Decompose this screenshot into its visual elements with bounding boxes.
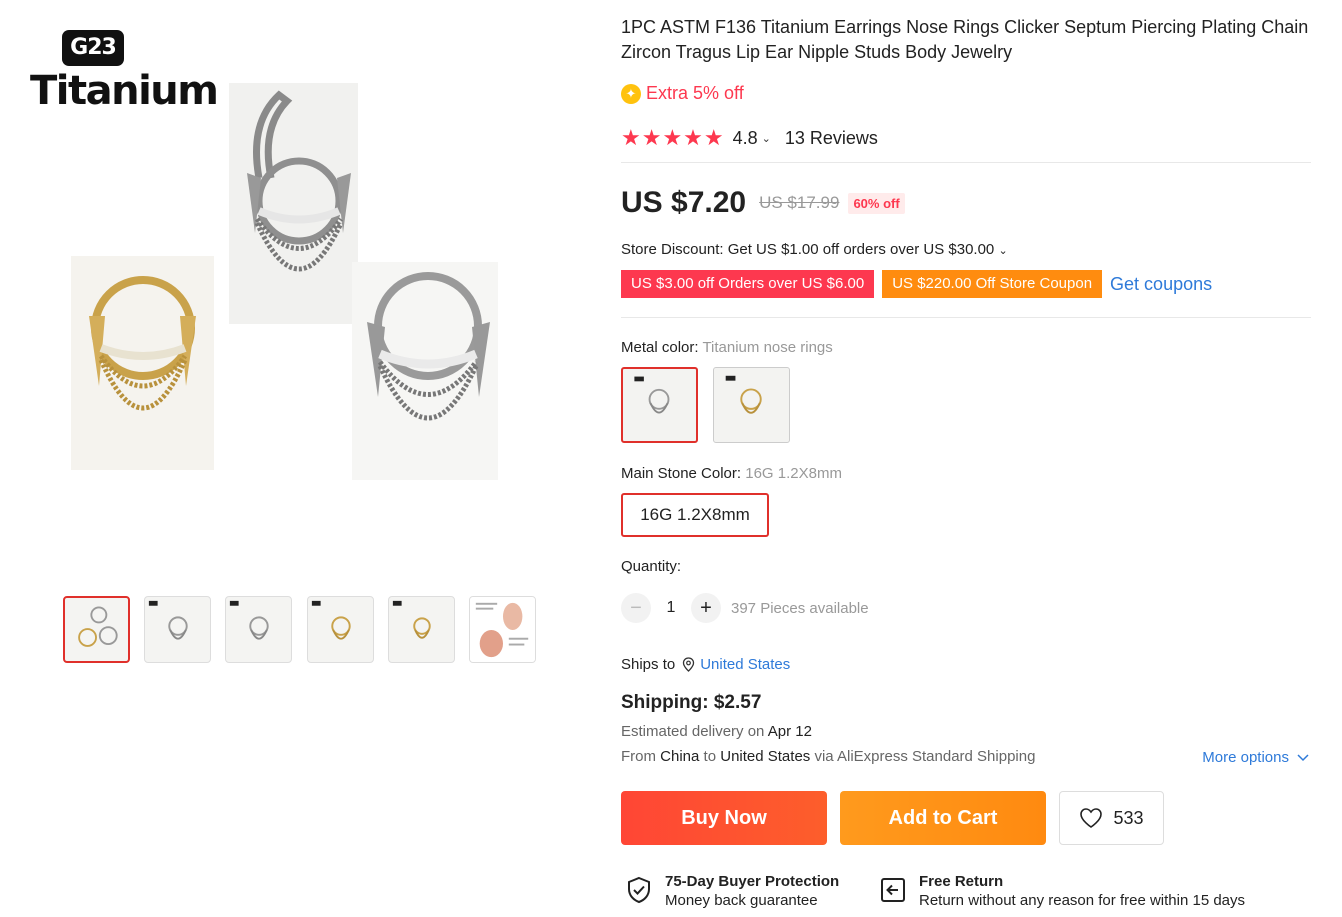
quantity-minus-button[interactable]: − [621, 593, 651, 623]
rating-row: ★★★★★ 4.8 ⌄ 13 Reviews [621, 125, 878, 151]
thumbnail-4[interactable] [307, 596, 374, 663]
shipping-route: From China to United States via AliExpre… [621, 748, 1035, 765]
promo-extra-off: ✦ Extra 5% off [621, 83, 744, 104]
route-to: to [699, 748, 721, 765]
product-photo-silver [352, 262, 498, 480]
wishlist-button[interactable]: 533 [1059, 791, 1164, 845]
brand-badge: G23 [62, 30, 124, 66]
discount-badge: 60% off [848, 192, 905, 214]
thumbnail-2[interactable] [144, 596, 211, 663]
free-return: Free Return Return without any reason fo… [879, 873, 1245, 911]
quantity-available: 397 Pieces available [731, 599, 869, 617]
store-discount[interactable]: Store Discount: Get US $1.00 off orders … [621, 241, 1008, 258]
chevron-down-icon [1297, 753, 1309, 761]
ships-to-row: Ships to United States [621, 656, 790, 673]
metal-color-selected: Titanium nose rings [702, 339, 833, 356]
main-stone-selected: 16G 1.2X8mm [745, 465, 842, 482]
metal-color-label: Metal color: Titanium nose rings [621, 339, 833, 356]
current-price: US $7.20 [621, 186, 747, 219]
guarantee-subtitle: Money back guarantee [665, 892, 818, 909]
rating-score[interactable]: 4.8 [733, 128, 758, 149]
thumbnail-6[interactable] [469, 596, 536, 663]
original-price: US $17.99 [759, 193, 840, 212]
divider [621, 317, 1311, 318]
delivery-prefix: Estimated delivery on [621, 723, 768, 740]
size-option-button[interactable]: 16G 1.2X8mm [621, 493, 769, 537]
route-from: From [621, 748, 661, 765]
delivery-date: Apr 12 [767, 723, 812, 740]
location-pin-icon [683, 657, 695, 672]
star-rating-icon: ★★★★★ [621, 125, 725, 150]
more-options-label: More options [1202, 749, 1289, 766]
shield-check-icon [628, 876, 650, 904]
coupon-2[interactable]: US $220.00 Off Store Coupon [882, 270, 1103, 298]
coupon-1[interactable]: US $3.00 off Orders over US $6.00 [621, 270, 875, 298]
estimated-delivery: Estimated delivery on Apr 12 [621, 723, 812, 740]
action-buttons: Buy Now Add to Cart 533 [621, 791, 1164, 845]
product-title: 1PC ASTM F136 Titanium Earrings Nose Rin… [621, 17, 1309, 62]
ships-to-label: Ships to [621, 656, 676, 673]
thumbnail-1[interactable] [63, 596, 130, 663]
metal-color-title: Metal color: [621, 339, 703, 356]
guarantee-subtitle: Return without any reason for free withi… [919, 892, 1246, 909]
swatch-gold[interactable] [713, 367, 790, 443]
route-destination: United States [720, 748, 811, 765]
heart-icon [1080, 808, 1103, 828]
shipping-cost: Shipping: $2.57 [621, 692, 762, 713]
buyer-protection: 75-Day Buyer Protection Money back guara… [625, 873, 839, 911]
quantity-stepper: − 1 + 397 Pieces available [621, 593, 869, 623]
brand-word: Titanium [30, 68, 219, 114]
chevron-down-icon: ⌄ [998, 245, 1008, 257]
thumbnail-5[interactable] [388, 596, 455, 663]
get-coupons-link[interactable]: Get coupons [1110, 274, 1212, 295]
promo-text: Extra 5% off [646, 83, 744, 103]
thumbnail-3[interactable] [225, 596, 292, 663]
coupon-row: US $3.00 off Orders over US $6.00 US $22… [621, 270, 1212, 298]
guarantee-title: Free Return [919, 873, 1004, 890]
quantity-label: Quantity: [621, 558, 682, 575]
more-options-link[interactable]: More options [1202, 749, 1309, 766]
main-stone-title: Main Stone Color: [621, 465, 746, 482]
product-gallery: G23 Titanium [0, 0, 600, 917]
swatch-titanium[interactable] [621, 367, 698, 443]
buy-now-button[interactable]: Buy Now [621, 791, 827, 845]
chevron-down-icon[interactable]: ⌄ [762, 132, 771, 145]
wishlist-count: 533 [1113, 807, 1144, 828]
product-photo-gold [71, 256, 214, 470]
store-discount-text: Store Discount: Get US $1.00 off orders … [621, 241, 995, 258]
route-origin: China [660, 748, 700, 765]
quantity-plus-button[interactable]: + [691, 593, 721, 623]
product-photo-silver-hinged [229, 83, 358, 324]
quantity-value[interactable]: 1 [651, 599, 691, 617]
coin-icon: ✦ [621, 83, 641, 104]
divider [621, 162, 1311, 163]
add-to-cart-button[interactable]: Add to Cart [840, 791, 1046, 845]
main-stone-label: Main Stone Color: 16G 1.2X8mm [621, 465, 842, 482]
return-box-icon [881, 878, 905, 902]
guarantee-title: 75-Day Buyer Protection [665, 873, 840, 890]
route-via: via AliExpress Standard Shipping [810, 748, 1036, 765]
price-row: US $7.20 US $17.99 60% off [621, 186, 905, 220]
reviews-link[interactable]: 13 Reviews [785, 128, 878, 149]
ships-to-country[interactable]: United States [700, 656, 790, 673]
